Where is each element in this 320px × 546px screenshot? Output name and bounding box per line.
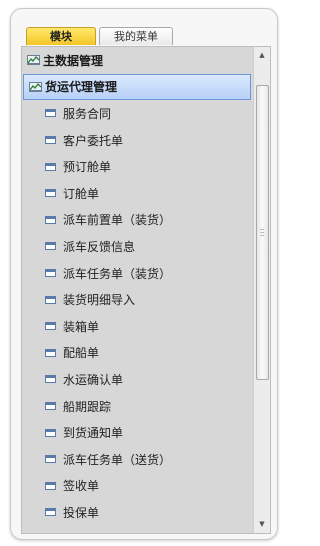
window-icon <box>45 109 56 118</box>
tree-item-label: 客户委托单 <box>63 133 124 148</box>
tab-my-menu[interactable]: 我的菜单 <box>99 27 173 45</box>
tree-item-label: 货运代理管理 <box>45 80 118 95</box>
tree-item-label: 装箱单 <box>63 319 100 334</box>
tree-item-label: 派车前置单（装货） <box>63 213 172 228</box>
window-icon <box>45 322 56 331</box>
tree-item-label: 派车反馈信息 <box>63 239 136 254</box>
window-icon <box>45 242 56 251</box>
tree-item[interactable]: 订舱单 <box>22 180 252 207</box>
window-icon <box>45 162 56 171</box>
window-icon <box>45 402 56 411</box>
tree-item[interactable]: 配船单 <box>22 340 252 367</box>
menu-tree: 主数据管理货运代理管理服务合同客户委托单预订舱单订舱单派车前置单（装货） 派车反馈… <box>22 47 252 533</box>
tree-item-label: 船期跟踪 <box>63 399 112 414</box>
window-icon <box>45 428 56 437</box>
tree-item[interactable]: 到货通知单 <box>22 419 252 446</box>
tree-item[interactable]: 派车反馈信息 <box>22 233 252 260</box>
window-icon <box>45 508 56 517</box>
tree-item[interactable]: 签收单 <box>22 473 252 500</box>
window-icon <box>45 375 56 384</box>
scroll-up-arrow-icon[interactable]: ▲ <box>254 47 270 64</box>
tree-item-label: 服务合同 <box>63 106 112 121</box>
window-icon <box>45 136 56 145</box>
tree-item-label: 预订舱单 <box>63 160 112 175</box>
tree-item-label: 订舱单 <box>63 186 100 201</box>
grip-icon: ‒ ‒ ‒ <box>260 225 265 239</box>
tree-item[interactable]: 派车前置单（装货） <box>22 207 252 234</box>
tree-item-label: 派车任务单（装货） <box>63 266 172 281</box>
window-icon <box>45 215 56 224</box>
tree-item[interactable]: 投保单 <box>22 499 252 526</box>
tree-item[interactable]: 服务合同 <box>22 100 252 127</box>
chart-icon <box>29 81 42 92</box>
tree-item-label: 装货明细导入 <box>63 293 136 308</box>
window-icon <box>45 189 56 198</box>
tree-item-label: 签收单 <box>63 479 100 494</box>
tree-item[interactable]: 派车任务单（送货） <box>22 446 252 473</box>
tab-modules[interactable]: 模块 <box>26 27 96 45</box>
tree-item-label: 主数据管理 <box>43 53 104 68</box>
tree-item[interactable]: 派车任务单（装货） <box>22 260 252 287</box>
window-icon <box>45 455 56 464</box>
window-icon <box>45 295 56 304</box>
chart-icon <box>27 55 40 66</box>
tree-item-label: 配船单 <box>63 346 100 361</box>
tree-item[interactable]: 预订舱单 <box>22 153 252 180</box>
tree-group-item[interactable]: 主数据管理 <box>22 47 252 74</box>
scrollbar-thumb[interactable]: ‒ ‒ ‒ <box>256 85 269 380</box>
tree-item[interactable]: 水运确认单 <box>22 366 252 393</box>
tree-item[interactable]: 装箱单 <box>22 313 252 340</box>
tree-group-item[interactable]: 货运代理管理 <box>23 73 251 101</box>
tree-item-label: 派车任务单（送货） <box>63 452 172 467</box>
tab-bar: 模块 我的菜单 <box>26 27 176 46</box>
window-icon <box>45 481 56 490</box>
tree-item-label: 水运确认单 <box>63 372 124 387</box>
tree-panel: 主数据管理货运代理管理服务合同客户委托单预订舱单订舱单派车前置单（装货） 派车反馈… <box>21 46 271 534</box>
window-icon <box>45 269 56 278</box>
tree-item-label: 到货通知单 <box>63 426 124 441</box>
tree-item[interactable]: 客户委托单 <box>22 127 252 154</box>
scroll-down-arrow-icon[interactable]: ▼ <box>254 516 270 533</box>
tree-item[interactable]: 船期跟踪 <box>22 393 252 420</box>
vertical-scrollbar[interactable]: ▲ ‒ ‒ ‒ ▼ <box>253 47 270 533</box>
window-icon <box>45 348 56 357</box>
tree-item-label: 投保单 <box>63 505 100 520</box>
tree-item[interactable]: 装货明细导入 <box>22 286 252 313</box>
